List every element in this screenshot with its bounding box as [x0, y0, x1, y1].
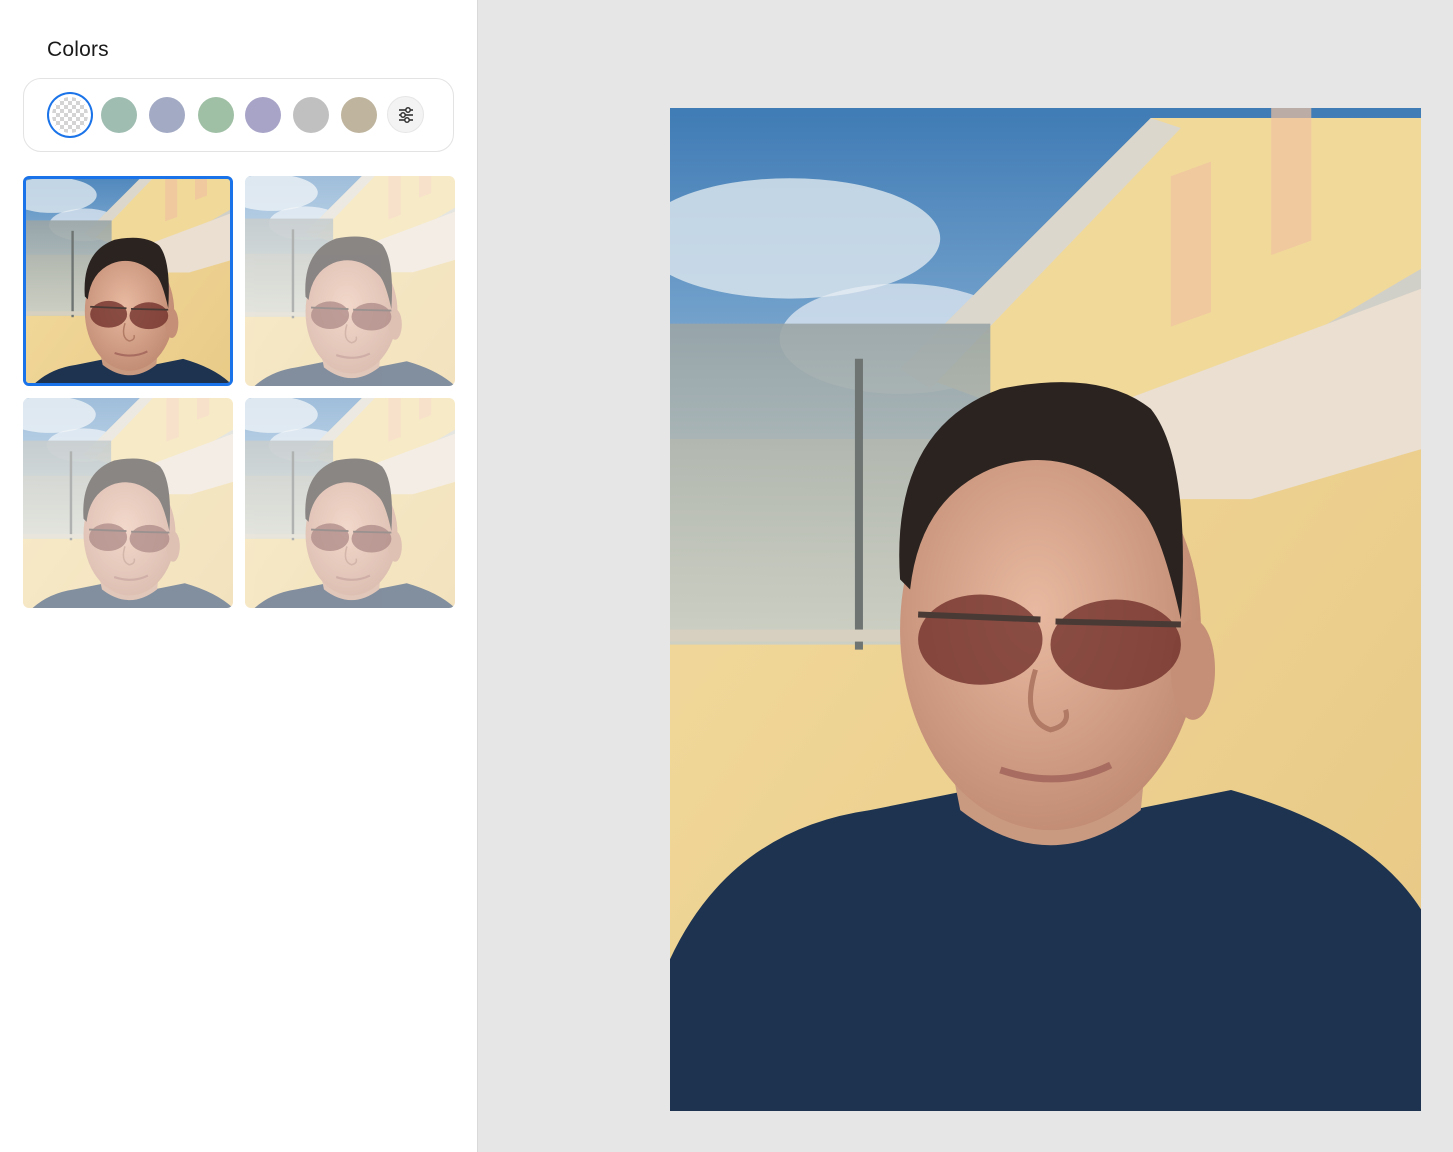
variant-image [245, 398, 455, 608]
sidebar: Colors [0, 0, 478, 1152]
swatch-lavender[interactable] [245, 97, 281, 133]
preview-photo [670, 108, 1421, 1111]
variant-image [23, 398, 233, 608]
color-swatch-panel [23, 78, 454, 152]
swatch-slate-blue[interactable] [149, 97, 185, 133]
variant-thumbnail-4[interactable] [245, 398, 455, 608]
variant-image [26, 179, 230, 383]
variant-thumbnail-3[interactable] [23, 398, 233, 608]
swatch-sage[interactable] [101, 97, 137, 133]
section-title: Colors [47, 38, 109, 61]
swatch-grey[interactable] [293, 97, 329, 133]
swatch-mint[interactable] [198, 97, 234, 133]
photo-canvas[interactable] [670, 108, 1421, 1111]
swatch-taupe[interactable] [341, 97, 377, 133]
variant-thumbnail-1[interactable] [23, 176, 233, 386]
sliders-icon [398, 106, 413, 123]
variant-image [245, 176, 455, 386]
variant-thumbnail-2[interactable] [245, 176, 455, 386]
swatch-transparent[interactable] [52, 97, 88, 133]
adjust-colors-button[interactable] [387, 96, 424, 133]
